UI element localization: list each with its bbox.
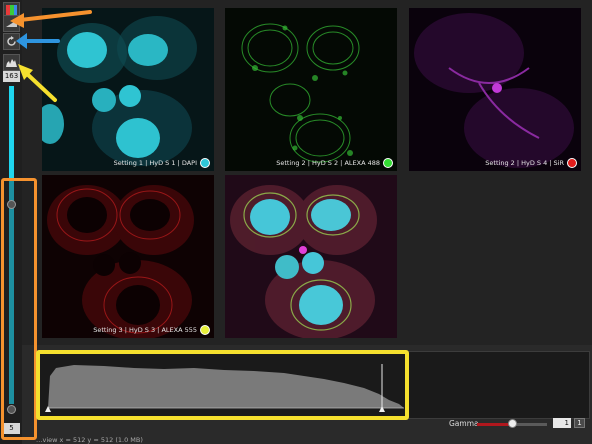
channel-panel-sir[interactable]: Setting 2 | HyD S 4 | SiR xyxy=(409,8,581,171)
ramp-button[interactable] xyxy=(3,15,20,32)
channel-panel-merge[interactable] xyxy=(225,175,397,338)
channel-color-dot[interactable] xyxy=(383,158,393,168)
channel-caption: Setting 2 | HyD S 4 | SiR xyxy=(485,158,577,168)
sir-image xyxy=(409,8,581,171)
channel-panel-dapi[interactable]: Setting 1 | HyD S 1 | DAPI xyxy=(42,8,214,171)
alexa555-image xyxy=(42,175,214,338)
gamma-value-field[interactable]: 1 xyxy=(553,418,571,428)
status-text: …view x = 512 y = 512 (1.0 MB) xyxy=(36,436,143,444)
refresh-icon xyxy=(7,36,16,46)
lut-slider-fill xyxy=(9,86,14,178)
histogram-button[interactable] xyxy=(3,54,20,71)
gamma-reset-button[interactable]: 1 xyxy=(574,418,585,428)
merge-image xyxy=(225,175,397,338)
ramp-icon xyxy=(6,20,17,27)
gamma-slider-fill xyxy=(477,423,511,426)
channel-panel-alexa488[interactable]: Setting 2 | HyD S 2 | ALEXA 488 xyxy=(225,8,397,171)
channel-color-dot[interactable] xyxy=(567,158,577,168)
channel-color-dot[interactable] xyxy=(200,325,210,335)
channel-caption: Setting 1 | HyD S 1 | DAPI xyxy=(114,158,210,168)
channel-panel-alexa555[interactable]: Setting 3 | HyD S 3 | ALEXA 555 xyxy=(42,175,214,338)
channel-color-dot[interactable] xyxy=(200,158,210,168)
annotation-box-orange xyxy=(1,178,37,440)
channel-caption: Setting 2 | HyD S 2 | ALEXA 488 xyxy=(276,158,393,168)
annotation-box-yellow xyxy=(36,350,409,420)
alexa488-image xyxy=(225,8,397,171)
gamma-label: Gamma xyxy=(449,419,479,428)
gamma-slider-handle[interactable] xyxy=(508,419,517,428)
lut-max-value[interactable]: 163 xyxy=(3,71,20,82)
dapi-image xyxy=(42,8,214,171)
reset-button[interactable] xyxy=(3,33,20,50)
channel-caption: Setting 3 | HyD S 3 | ALEXA 555 xyxy=(93,325,210,335)
histogram-icon xyxy=(6,59,17,67)
